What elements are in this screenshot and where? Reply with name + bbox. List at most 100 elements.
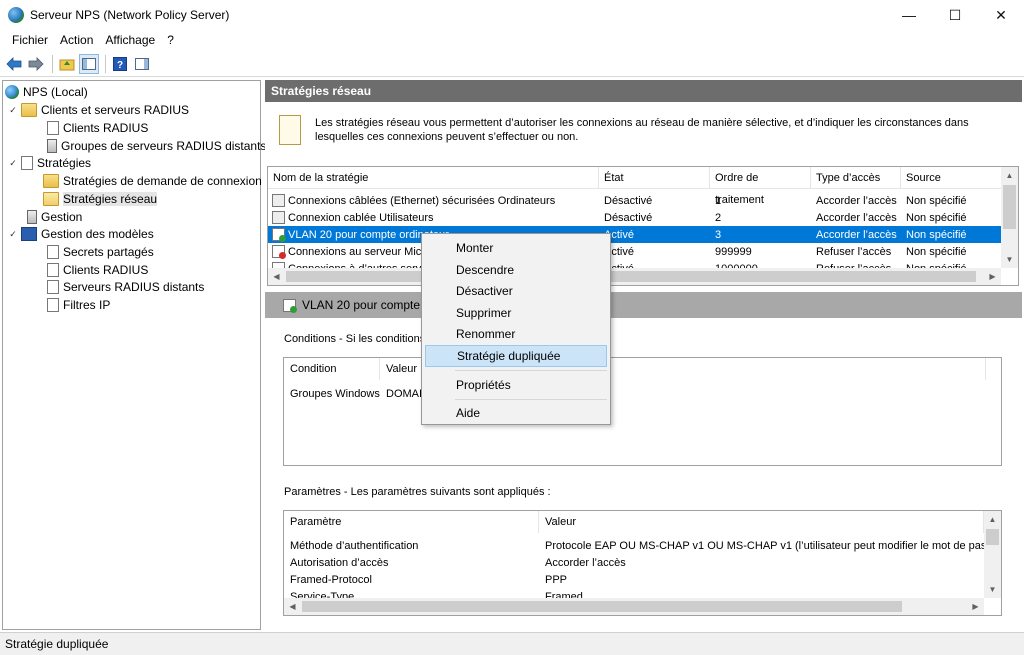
policy-list-vertical-scrollbar[interactable]: ▲ ▼ <box>1001 167 1018 268</box>
menu-item-proprietes[interactable]: Propriétés <box>425 374 607 396</box>
scroll-left-icon[interactable]: ◀ <box>284 598 301 615</box>
description-text: Les stratégies réseau vous permettent d’… <box>315 117 969 143</box>
policy-list[interactable]: Nom de la stratégie État Ordre de traite… <box>267 166 1019 286</box>
column-header-valeur[interactable]: Valeur <box>539 511 984 533</box>
document-icon <box>279 115 301 145</box>
document-icon <box>47 298 59 312</box>
document-icon <box>47 280 59 294</box>
tree-item-strategies[interactable]: ✓ Stratégies <box>7 154 91 172</box>
menu-item-desactiver[interactable]: Désactiver <box>425 280 607 302</box>
tree-item-gestion[interactable]: Gestion <box>27 208 82 226</box>
chevron-down-icon[interactable]: ✓ <box>7 105 19 116</box>
column-header-parametre[interactable]: Paramètre <box>284 511 539 533</box>
parameters-list[interactable]: Paramètre Valeur Méthode d’authentificat… <box>283 510 1002 616</box>
tree-item-clients-serveurs-radius[interactable]: ✓ Clients et serveurs RADIUS <box>7 101 189 119</box>
policy-list-horizontal-scrollbar[interactable]: ◀ ▶ <box>268 268 1001 285</box>
menu-help[interactable]: ? <box>161 33 180 47</box>
policy-allow-icon <box>272 228 286 242</box>
up-folder-icon[interactable] <box>57 54 77 74</box>
menu-bar: Fichier Action Affichage ? <box>0 30 1024 50</box>
scroll-down-icon[interactable]: ▼ <box>1001 251 1018 268</box>
status-text: Stratégie dupliquée <box>5 637 109 651</box>
details-pane: Stratégies réseau Les stratégies réseau … <box>265 80 1022 630</box>
folder-icon <box>21 103 37 117</box>
maximize-button[interactable]: ☐ <box>932 0 978 30</box>
menu-item-renommer[interactable]: Renommer <box>425 323 607 345</box>
server-icon <box>47 139 57 153</box>
tree-item-clients-radius-modeles[interactable]: Clients RADIUS <box>47 261 148 279</box>
menu-item-aide[interactable]: Aide <box>425 402 607 424</box>
tree-item-serveurs-radius-distants[interactable]: Serveurs RADIUS distants <box>47 278 204 296</box>
window-title: Serveur NPS (Network Policy Server) <box>30 8 230 22</box>
column-header-access[interactable]: Type d’accès <box>811 167 901 189</box>
tree-item-groupes-serveurs-radius[interactable]: Groupes de serveurs RADIUS distants <box>47 137 266 155</box>
window-controls: — ☐ ✕ <box>886 0 1024 30</box>
toolbar: ? <box>0 51 1024 77</box>
table-row[interactable]: Autorisation d’accès Accorder l’accès <box>284 554 984 571</box>
tree-item-nps-local[interactable]: NPS (Local) <box>5 83 88 101</box>
document-icon <box>47 263 59 277</box>
menu-fichier[interactable]: Fichier <box>6 33 54 47</box>
menu-action[interactable]: Action <box>54 33 99 47</box>
menu-affichage[interactable]: Affichage <box>99 33 161 47</box>
context-menu: Monter Descendre Désactiver Supprimer Re… <box>421 233 611 425</box>
scroll-down-icon[interactable]: ▼ <box>984 581 1001 598</box>
tree-item-gestion-modeles[interactable]: ✓ Gestion des modèles <box>7 225 154 243</box>
console-tree: NPS (Local) ✓ Clients et serveurs RADIUS… <box>2 80 266 630</box>
menu-separator <box>455 399 607 400</box>
toolbar-separator <box>105 54 106 73</box>
menu-separator <box>455 370 607 371</box>
table-row[interactable]: Connexions câblées (Ethernet) sécurisées… <box>268 192 1003 209</box>
table-row[interactable]: Framed-Protocol PPP <box>284 571 984 588</box>
tree-item-secrets-partages[interactable]: Secrets partagés <box>47 243 154 261</box>
column-header-condition[interactable]: Condition <box>284 358 380 380</box>
tree-item-strategies-demande-connexion[interactable]: Stratégies de demande de connexion <box>43 172 262 190</box>
scroll-thumb[interactable] <box>286 271 976 282</box>
menu-item-strategie-dupliquee[interactable]: Stratégie dupliquée <box>425 345 607 367</box>
policy-allow-icon <box>283 298 297 313</box>
chevron-down-icon[interactable]: ✓ <box>7 158 19 169</box>
show-action-pane-icon[interactable] <box>132 54 152 74</box>
policy-list-header: Nom de la stratégie État Ordre de traite… <box>268 167 1003 206</box>
document-icon <box>47 121 59 135</box>
forward-arrow-icon[interactable] <box>26 54 46 74</box>
table-row[interactable]: Connexions au serveur Micro Activé 99999… <box>268 243 1003 260</box>
minimize-button[interactable]: — <box>886 0 932 30</box>
section-title: Stratégies réseau <box>265 80 1022 102</box>
menu-item-supprimer[interactable]: Supprimer <box>425 302 607 324</box>
back-arrow-icon[interactable] <box>4 54 24 74</box>
scroll-up-icon[interactable]: ▲ <box>1001 167 1018 184</box>
scroll-left-icon[interactable]: ◀ <box>268 268 285 285</box>
close-button[interactable]: ✕ <box>978 0 1024 30</box>
toolbar-separator <box>52 54 53 73</box>
table-row-selected[interactable]: VLAN 20 pour compte ordinateur Activé 3 … <box>268 226 1003 243</box>
parameters-vertical-scrollbar[interactable]: ▲ ▼ <box>984 511 1001 598</box>
scroll-right-icon[interactable]: ▶ <box>967 598 984 615</box>
tree-item-strategies-reseau[interactable]: Stratégies réseau <box>43 190 158 208</box>
menu-item-descendre[interactable]: Descendre <box>425 259 607 281</box>
column-header-state[interactable]: État <box>599 167 710 189</box>
column-header-name[interactable]: Nom de la stratégie <box>268 167 599 189</box>
selected-policy-header: VLAN 20 pour compte ordi <box>265 292 1022 318</box>
help-icon[interactable]: ? <box>110 54 130 74</box>
scroll-thumb[interactable] <box>1003 185 1016 229</box>
tree-item-filtres-ip[interactable]: Filtres IP <box>47 296 110 314</box>
folder-icon <box>43 174 59 188</box>
description-box: Les stratégies réseau vous permettent d’… <box>269 107 1019 162</box>
scroll-right-icon[interactable]: ▶ <box>984 268 1001 285</box>
tree-item-clients-radius[interactable]: Clients RADIUS <box>47 119 148 137</box>
scroll-thumb[interactable] <box>302 601 902 612</box>
conditions-list[interactable]: Condition Valeur Groupes Windows DOMAI <box>283 357 1002 466</box>
menu-item-monter[interactable]: Monter <box>425 237 607 259</box>
show-hide-console-tree-icon[interactable] <box>79 53 99 74</box>
policy-deny-icon <box>272 245 286 259</box>
chevron-down-icon[interactable]: ✓ <box>7 229 19 240</box>
column-header-order[interactable]: Ordre de traitement <box>710 167 811 206</box>
svg-text:?: ? <box>117 60 123 71</box>
column-header-source[interactable]: Source <box>901 167 1003 189</box>
table-row[interactable]: Connexion cablée Utilisateurs Désactivé … <box>268 209 1003 226</box>
table-row[interactable]: Méthode d’authentification Protocole EAP… <box>284 537 984 554</box>
parameters-horizontal-scrollbar[interactable]: ◀ ▶ <box>284 598 984 615</box>
scroll-thumb[interactable] <box>986 529 999 545</box>
scroll-up-icon[interactable]: ▲ <box>984 511 1001 528</box>
